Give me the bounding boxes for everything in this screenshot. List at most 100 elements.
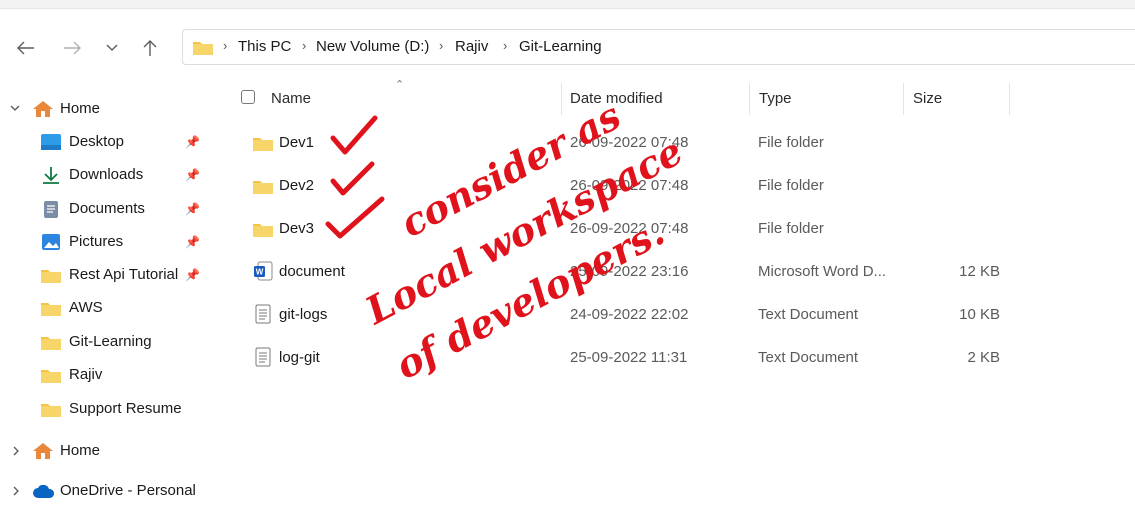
chevron-right-icon[interactable] bbox=[13, 446, 20, 456]
file-size: 12 KB bbox=[959, 263, 1000, 280]
sidebar-item-label: Support Resume bbox=[69, 400, 182, 417]
file-date: 26-09-2022 07:48 bbox=[570, 220, 689, 237]
column-divider[interactable] bbox=[561, 83, 562, 115]
sidebar-item-git-learning[interactable]: Git-Learning bbox=[0, 327, 210, 357]
sidebar-item-label: Downloads bbox=[69, 166, 144, 183]
breadcrumb-separator: › bbox=[302, 38, 307, 53]
sidebar-item-label: OneDrive - Personal bbox=[60, 482, 196, 499]
file-type: File folder bbox=[758, 134, 824, 151]
text-file-icon bbox=[255, 304, 271, 324]
back-arrow-icon bbox=[17, 41, 34, 55]
column-header-type[interactable]: Type bbox=[759, 90, 792, 107]
breadcrumb-separator: › bbox=[439, 38, 444, 53]
chevron-right-icon[interactable] bbox=[13, 486, 20, 496]
file-type: File folder bbox=[758, 220, 824, 237]
up-arrow-icon bbox=[143, 40, 157, 56]
file-name: Dev1 bbox=[279, 134, 315, 151]
table-row[interactable]: log-git 25-09-2022 11:31 Text Document 2… bbox=[236, 341, 1016, 375]
desktop-icon bbox=[41, 134, 61, 150]
column-header-name[interactable]: Name bbox=[271, 90, 311, 107]
folder-icon bbox=[41, 303, 61, 316]
column-divider[interactable] bbox=[1009, 83, 1010, 115]
sidebar-item-aws[interactable]: AWS bbox=[0, 293, 210, 323]
table-row[interactable]: W document 25-09-2022 23:16 Microsoft Wo… bbox=[236, 255, 1016, 289]
breadcrumb-new-volume[interactable]: New Volume (D:) bbox=[316, 38, 429, 55]
sidebar-item-onedrive[interactable]: OneDrive - Personal bbox=[0, 476, 210, 506]
file-type: File folder bbox=[758, 177, 824, 194]
folder-icon bbox=[253, 138, 273, 151]
breadcrumb-separator: › bbox=[223, 38, 228, 53]
download-arrow-icon bbox=[43, 167, 59, 184]
sidebar-item-label: Rajiv bbox=[69, 366, 103, 383]
file-date: 24-09-2022 22:02 bbox=[570, 306, 689, 323]
documents-icon bbox=[44, 201, 58, 218]
forward-button[interactable] bbox=[60, 36, 84, 60]
breadcrumb-rajiv[interactable]: Rajiv bbox=[455, 38, 488, 55]
back-button[interactable] bbox=[14, 36, 38, 60]
file-size: 10 KB bbox=[959, 306, 1000, 323]
sidebar-item-desktop[interactable]: Desktop 📌 bbox=[0, 127, 210, 157]
breadcrumb-this-pc[interactable]: This PC bbox=[238, 38, 291, 55]
folder-icon bbox=[41, 370, 61, 383]
address-bar[interactable]: › This PC › New Volume (D:) › Rajiv › Gi… bbox=[182, 29, 1135, 65]
sidebar-item-label: AWS bbox=[69, 299, 103, 316]
folder-icon bbox=[193, 42, 213, 55]
file-size: 2 KB bbox=[967, 349, 1000, 366]
window-top-strip bbox=[0, 0, 1135, 9]
sidebar-item-label: Home bbox=[60, 442, 101, 459]
column-divider[interactable] bbox=[903, 83, 904, 115]
file-name: Dev2 bbox=[279, 177, 315, 194]
file-date: 25-09-2022 23:16 bbox=[570, 263, 689, 280]
up-button[interactable] bbox=[138, 36, 162, 60]
table-row[interactable]: Dev3 26-09-2022 07:48 File folder bbox=[236, 212, 1016, 246]
breadcrumb-separator: › bbox=[503, 38, 508, 53]
sidebar-item-support-resume[interactable]: Support Resume bbox=[0, 394, 210, 424]
file-date: 26-09-2022 07:48 bbox=[570, 177, 689, 194]
table-row[interactable]: Dev1 26-09-2022 07:48 File folder bbox=[236, 126, 1016, 160]
folder-icon bbox=[253, 181, 273, 194]
chevron-down-icon bbox=[106, 44, 118, 51]
sidebar-item-documents[interactable]: Documents 📌 bbox=[0, 194, 210, 224]
pin-icon: 📌 bbox=[185, 202, 200, 216]
pin-icon: 📌 bbox=[185, 168, 200, 182]
sidebar-item-home-2[interactable]: Home bbox=[0, 436, 210, 466]
column-divider[interactable] bbox=[749, 83, 750, 115]
recent-locations-button[interactable] bbox=[100, 36, 124, 60]
select-all-checkbox[interactable] bbox=[241, 90, 255, 104]
home-icon bbox=[33, 101, 53, 117]
navigation-pane: Home Desktop 📌 Downloads 📌 Documents 📌 P… bbox=[0, 86, 215, 501]
breadcrumb-git-learning[interactable]: Git-Learning bbox=[519, 38, 602, 55]
column-header-date[interactable]: Date modified bbox=[570, 90, 663, 107]
file-name: document bbox=[279, 263, 345, 280]
sidebar-item-label: Git-Learning bbox=[69, 333, 152, 350]
sidebar-item-pictures[interactable]: Pictures 📌 bbox=[0, 227, 210, 257]
text-file-icon bbox=[255, 347, 271, 367]
sidebar-item-label: Documents bbox=[69, 200, 145, 217]
folder-icon bbox=[41, 337, 61, 350]
table-row[interactable]: Dev2 26-09-2022 07:48 File folder bbox=[236, 169, 1016, 203]
file-name: git-logs bbox=[279, 306, 328, 323]
sidebar-item-rest-api-tutorial[interactable]: Rest Api Tutorial 📌 bbox=[0, 260, 210, 290]
folder-icon bbox=[41, 270, 61, 283]
cloud-icon bbox=[33, 485, 55, 498]
sidebar-item-home[interactable]: Home bbox=[0, 94, 210, 124]
word-document-icon: W bbox=[254, 261, 273, 281]
folder-icon bbox=[41, 404, 61, 417]
home-icon bbox=[33, 443, 53, 459]
pin-icon: 📌 bbox=[185, 268, 200, 282]
sidebar-item-label: Pictures bbox=[69, 233, 124, 250]
file-type: Microsoft Word D... bbox=[758, 263, 887, 280]
file-name: log-git bbox=[279, 349, 320, 366]
folder-icon bbox=[253, 224, 273, 237]
file-type: Text Document bbox=[758, 306, 859, 323]
sidebar-item-downloads[interactable]: Downloads 📌 bbox=[0, 160, 210, 190]
column-header-size[interactable]: Size bbox=[913, 90, 942, 107]
sidebar-item-label: Home bbox=[60, 100, 101, 117]
sidebar-item-rajiv[interactable]: Rajiv bbox=[0, 360, 210, 390]
svg-text:W: W bbox=[256, 268, 264, 277]
table-row[interactable]: git-logs 24-09-2022 22:02 Text Document … bbox=[236, 298, 1016, 332]
file-type: Text Document bbox=[758, 349, 859, 366]
sidebar-item-label: Rest Api Tutorial bbox=[69, 266, 179, 283]
pictures-icon bbox=[42, 234, 60, 250]
chevron-down-icon[interactable] bbox=[10, 105, 20, 112]
